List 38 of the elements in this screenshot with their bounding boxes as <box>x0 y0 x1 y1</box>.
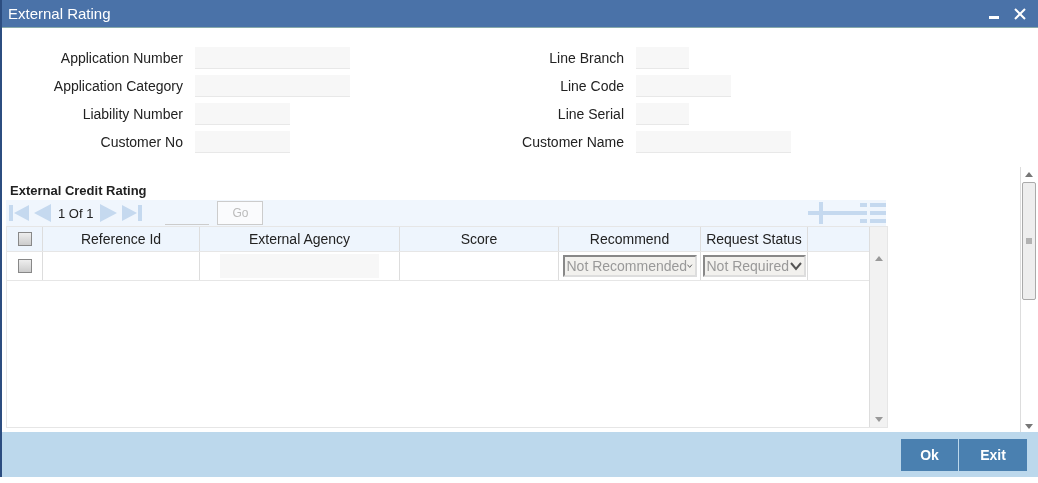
scrollbar[interactable] <box>869 227 887 427</box>
column-header: Request Status <box>701 227 808 251</box>
column-header: Score <box>400 227 559 251</box>
footer-button[interactable]: Exit <box>959 438 1027 471</box>
first-page-icon[interactable] <box>8 203 30 223</box>
column-header: External Agency <box>200 227 400 251</box>
field-label: Customer Name <box>521 133 624 150</box>
grip-icon <box>1025 238 1032 244</box>
field-label: Line Branch <box>548 49 624 66</box>
section-title: External Credit Rating <box>9 183 148 200</box>
footer-button[interactable]: Ok <box>901 438 958 471</box>
scroll-up-icon[interactable] <box>874 255 883 261</box>
window-title: External Rating <box>8 5 111 22</box>
field-label: Line Code <box>559 77 624 94</box>
scroll-up-icon[interactable] <box>1024 171 1033 177</box>
field-label: Liability Number <box>81 105 183 122</box>
dropdown[interactable]: Not Recommended <box>562 255 697 277</box>
close-icon[interactable] <box>1014 7 1026 20</box>
field-label: Application Category <box>52 77 183 94</box>
field-label: Line Serial <box>556 105 624 122</box>
chevron-down-icon <box>789 261 802 271</box>
scroll-down-icon[interactable] <box>1024 424 1033 430</box>
scroll-down-icon[interactable] <box>874 417 883 423</box>
previous-page-icon[interactable] <box>32 203 52 223</box>
scroll-thumb[interactable] <box>1021 182 1036 300</box>
page-indicator: 1 Of 1 <box>58 205 94 221</box>
list-icon[interactable] <box>860 202 886 224</box>
dropdown[interactable]: Not Required <box>702 255 806 277</box>
column-header: Reference Id <box>43 227 200 251</box>
checkbox[interactable] <box>17 232 32 246</box>
add-row-icon[interactable] <box>808 202 834 224</box>
checkbox[interactable] <box>17 259 32 273</box>
field-label: Application Number <box>59 49 183 66</box>
scrollbar[interactable] <box>1020 167 1036 432</box>
chevron-down-icon <box>687 261 693 271</box>
column-header: Recommend <box>559 227 701 251</box>
last-page-icon[interactable] <box>121 203 144 223</box>
field-label: Customer No <box>99 133 183 150</box>
